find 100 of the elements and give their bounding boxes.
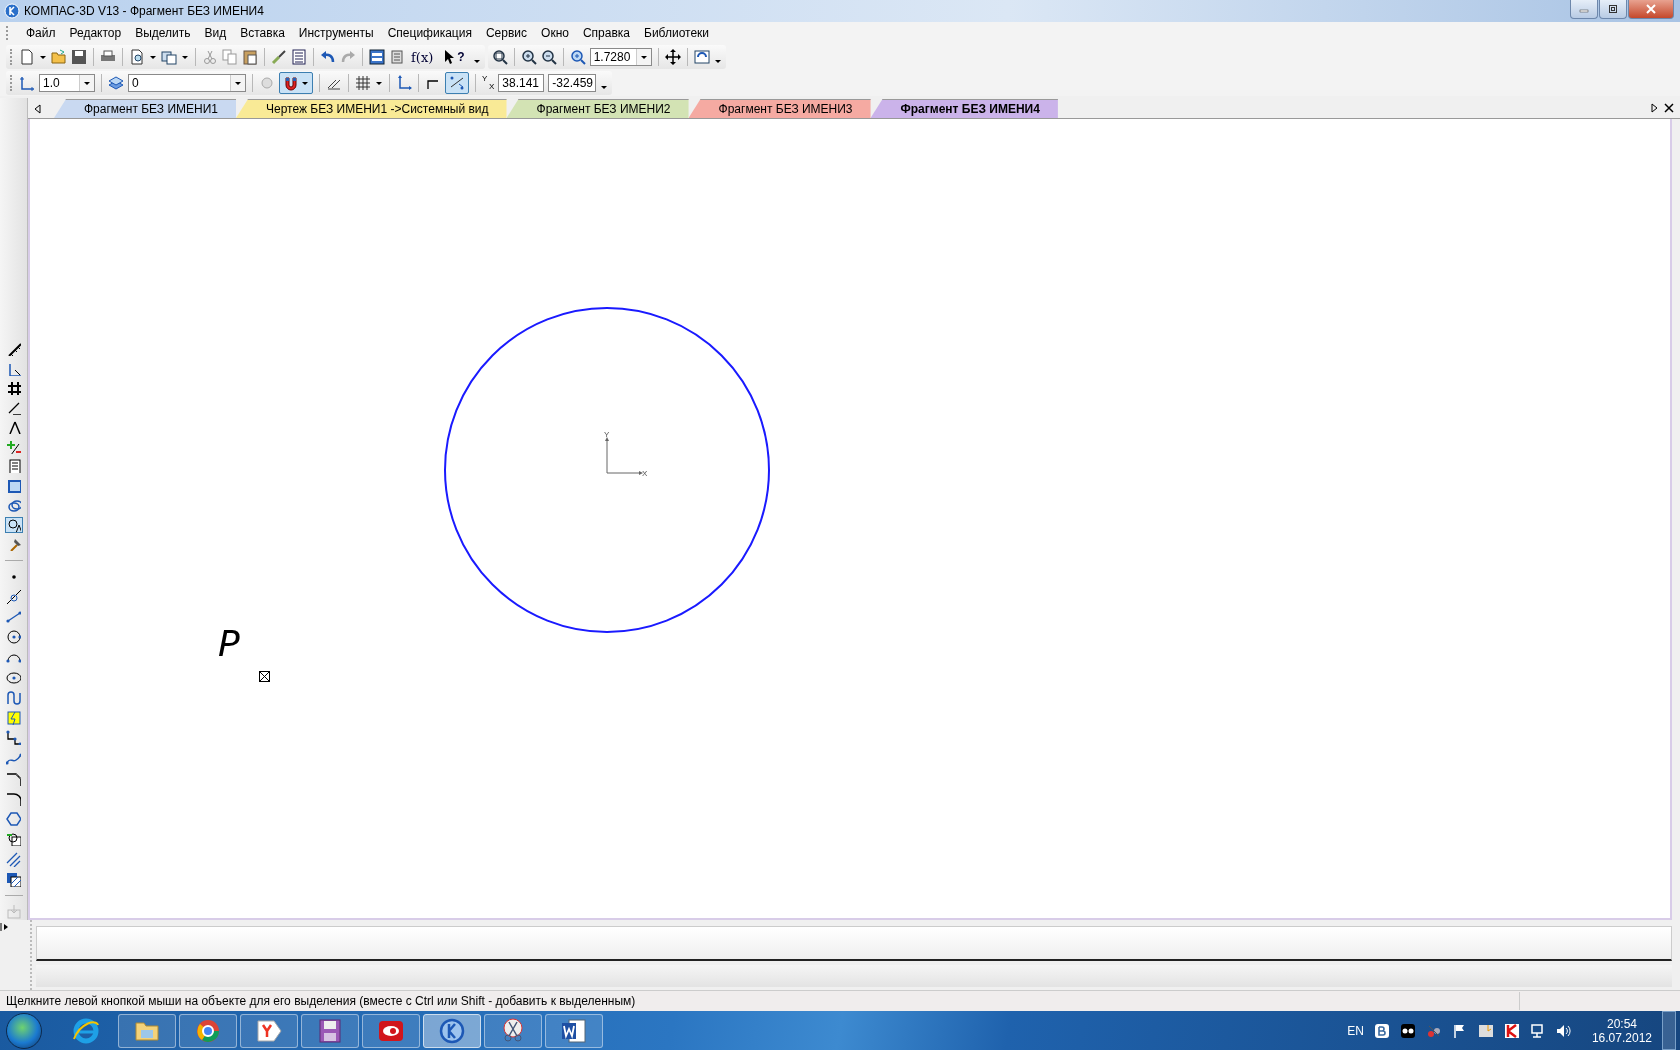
caret-icon[interactable]	[181, 53, 189, 61]
drawing-canvas[interactable]: Y X P	[28, 119, 1672, 920]
frame-icon	[6, 478, 21, 493]
grid-icon[interactable]	[355, 75, 371, 91]
menu-item[interactable]: Вставка	[233, 24, 292, 42]
polyline-tool-icon[interactable]	[6, 730, 21, 746]
fillet-tool-icon[interactable]	[6, 790, 21, 806]
magnet-icon	[283, 75, 299, 91]
step-field[interactable]: 1.0	[39, 74, 95, 92]
menu-item[interactable]: Инструменты	[291, 24, 381, 42]
layer-field[interactable]: 0	[128, 74, 246, 92]
page-layout-icon[interactable]	[161, 49, 177, 65]
menu-item[interactable]: Файл	[19, 24, 63, 42]
hatch-tool-icon[interactable]	[6, 871, 21, 887]
rectangle-copy-tool-icon[interactable]	[6, 831, 21, 847]
zoom-window-icon[interactable]	[491, 49, 508, 65]
print-preview-icon[interactable]	[129, 49, 145, 65]
document-tab[interactable]: Фрагмент БЕЗ ИМЕНИ2	[506, 99, 689, 118]
network-icon[interactable]	[1529, 1022, 1546, 1039]
axes-step-icon[interactable]	[19, 75, 35, 91]
ellipse-tool-icon[interactable]	[6, 669, 21, 685]
refresh-icon[interactable]	[693, 49, 710, 65]
undo-icon[interactable]	[320, 49, 336, 65]
menu-item[interactable]: Выделить	[128, 24, 198, 42]
menu-item[interactable]: Спецификация	[380, 24, 479, 42]
variables-button[interactable]: f(x)	[409, 49, 436, 65]
local-snap-button[interactable]	[445, 72, 469, 94]
spline-loops-tool-icon[interactable]	[6, 689, 21, 705]
document-tab[interactable]: Фрагмент БЕЗ ИМЕНИ3	[688, 99, 871, 118]
paint-brush-icon[interactable]	[271, 49, 287, 65]
local-axes-icon[interactable]	[396, 75, 412, 91]
document-tab[interactable]: Чертеж БЕЗ ИМЕНИ1 ->Системный вид	[236, 99, 507, 118]
zoom-field[interactable]: 1.7280	[589, 48, 652, 66]
restore-button[interactable]	[1599, 0, 1627, 19]
taskbar-button[interactable]	[423, 1013, 481, 1048]
menu-item[interactable]: Библиотеки	[637, 24, 717, 42]
caret-icon[interactable]	[39, 53, 47, 61]
menu-item[interactable]: Вид	[197, 24, 234, 42]
close-button[interactable]	[1628, 0, 1674, 19]
document-manager-icon[interactable]	[369, 49, 385, 65]
language-indicator[interactable]: EN	[1347, 1023, 1364, 1038]
line-circle-tool-icon[interactable]	[6, 588, 21, 604]
restore-icon[interactable]	[1608, 4, 1618, 14]
status-hint: Щелкните левой кнопкой мыши на объекте для его выделения (вместе с Ctrl или Shift - добавить к выделенным)	[6, 994, 636, 1008]
caret-icon[interactable]	[149, 53, 157, 61]
circle-triangle-icon	[6, 517, 21, 532]
caret-icon[interactable]	[375, 79, 383, 87]
parallel-lines-tool-icon[interactable]	[6, 851, 21, 867]
cursor-y-field[interactable]: -32.459	[548, 74, 597, 92]
document-tab[interactable]: Фрагмент БЕЗ ИМЕНИ4	[870, 99, 1058, 118]
antivirus-k-icon[interactable]	[1503, 1022, 1520, 1039]
panel-switch-button[interactable]	[4, 438, 23, 455]
caret-icon[interactable]	[713, 58, 722, 65]
menu-item[interactable]: Справка	[575, 24, 637, 42]
axis-label: Y	[604, 430, 610, 439]
zoom-in-icon[interactable]	[520, 49, 537, 65]
clipboard-icon[interactable]	[242, 49, 258, 65]
clock-time[interactable]: 20:54	[1606, 1016, 1637, 1031]
close-tab-icon[interactable]	[1664, 103, 1674, 113]
help-button[interactable]: ?	[439, 46, 469, 68]
circle[interactable]	[444, 307, 770, 633]
point-marker-icon[interactable]	[259, 671, 270, 682]
k-circle-icon	[438, 1016, 466, 1045]
menu-item[interactable]: Сервис	[478, 24, 535, 42]
lightning-tool-icon[interactable]	[6, 710, 21, 726]
magnifier-icon[interactable]	[569, 49, 586, 65]
start-button[interactable]	[6, 1012, 42, 1049]
menu-item[interactable]: Окно	[534, 24, 576, 42]
snapping-button[interactable]	[279, 72, 313, 94]
cursor-x-field[interactable]: 38.141	[498, 74, 545, 92]
caret-icon[interactable]	[472, 58, 481, 65]
pan-arrows-icon[interactable]	[664, 49, 681, 65]
clock-date[interactable]: 16.07.2012	[1591, 1030, 1652, 1045]
chamfer-tool-icon[interactable]	[6, 770, 21, 786]
solid-rings-icon	[6, 498, 21, 513]
panel-switch-button[interactable]	[4, 516, 23, 533]
document-tab[interactable]: Фрагмент БЕЗ ИМЕНИ1	[54, 99, 236, 118]
point-label[interactable]: P	[218, 623, 240, 664]
caret-icon[interactable]	[639, 53, 648, 61]
scroll-left-icon[interactable]	[34, 104, 42, 114]
close-icon[interactable]	[1646, 4, 1656, 14]
panel-expander-icon[interactable]	[0, 922, 10, 932]
segment-tool-icon[interactable]	[6, 608, 21, 624]
zoom-out-icon[interactable]	[540, 49, 557, 65]
mask-icon[interactable]	[1399, 1022, 1416, 1039]
caret-icon[interactable]	[600, 84, 609, 91]
scroll-right-icon[interactable]	[1650, 103, 1658, 113]
menu-item[interactable]: Редактор	[62, 24, 129, 42]
properties-list-icon[interactable]	[291, 49, 307, 65]
caret-icon[interactable]	[234, 79, 242, 87]
command-panel[interactable]	[36, 926, 1672, 961]
circle-tool-icon[interactable]	[6, 629, 21, 645]
layers-icon[interactable]	[108, 75, 124, 91]
caret-icon[interactable]	[301, 79, 309, 87]
letter-b-icon[interactable]	[1373, 1022, 1390, 1039]
coordinate-axes	[605, 437, 643, 475]
hash-grid-icon	[6, 381, 21, 396]
caret-icon[interactable]	[83, 79, 91, 87]
new-document-icon[interactable]	[19, 49, 35, 65]
polygon-tool-icon[interactable]	[6, 811, 21, 827]
